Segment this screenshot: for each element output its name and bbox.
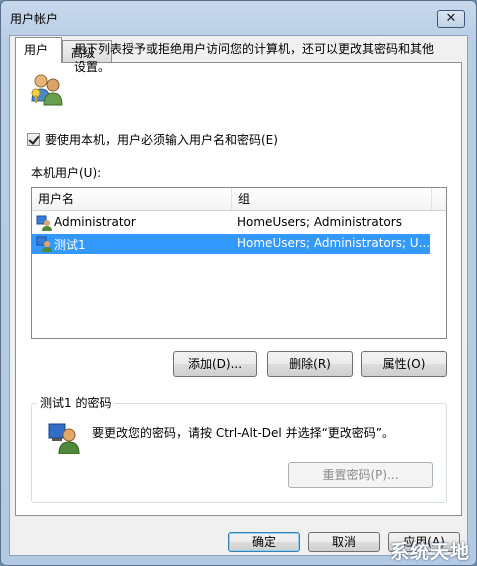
ok-button[interactable]: 确定 (228, 532, 300, 552)
cancel-button[interactable]: 取消 (308, 532, 380, 552)
users-group-icon (31, 74, 63, 106)
row-username: 测试1 (54, 238, 86, 252)
listview-header: 用户名 组 (32, 188, 446, 211)
column-username[interactable]: 用户名 (32, 188, 232, 210)
close-icon: ✕ (445, 11, 457, 26)
row-username: Administrator (54, 215, 136, 229)
password-instructions: 要更改您的密码，请按 Ctrl-Alt-Del 并选择“更改密码”。 (92, 426, 395, 440)
properties-button[interactable]: 属性(O) (361, 351, 447, 377)
close-button[interactable]: ✕ (437, 10, 465, 28)
user-icon (36, 236, 52, 252)
remove-user-button[interactable]: 删除(R) (267, 351, 353, 377)
watermark-logo: 系统天地 (389, 541, 470, 563)
password-user-icon (48, 423, 80, 454)
password-groupbox (31, 403, 447, 503)
tab-users-label: 用户 (24, 43, 49, 57)
user-icon (36, 215, 52, 231)
title-bar: 用户帐户 ✕ (1, 1, 476, 31)
add-user-button[interactable]: 添加(D)... (173, 351, 257, 377)
require-login-label[interactable]: 要使用本机，用户必须输入用户名和密码(E) (45, 131, 278, 148)
tab-users[interactable]: 用户 (15, 37, 62, 63)
local-users-label: 本机用户(U): (31, 166, 102, 180)
column-group[interactable]: 组 (232, 188, 432, 210)
require-login-checkbox[interactable] (27, 133, 40, 146)
password-group-title: 测试1 的密码 (37, 394, 115, 411)
user-accounts-window: 用户帐户 ✕ 用户 高级 用下列表授予或拒绝用户访问您的计算机，还可以更改其密码… (0, 0, 477, 566)
table-row-selected[interactable]: 测试1 HomeUsers; Administrators; U... (32, 234, 430, 254)
window-title: 用户帐户 (10, 12, 59, 26)
row-groups: HomeUsers; Administrators; U... (237, 236, 431, 250)
users-listview[interactable]: 用户名 组 Administrator HomeUsers; Administr… (31, 187, 447, 339)
row-groups: HomeUsers; Administrators (237, 215, 402, 229)
intro-text: 用下列表授予或拒绝用户访问您的计算机，还可以更改其密码和其他设置。 (74, 42, 435, 74)
reset-password-button[interactable]: 重置密码(P)... (288, 462, 433, 488)
table-row[interactable]: Administrator HomeUsers; Administrators (32, 213, 446, 233)
